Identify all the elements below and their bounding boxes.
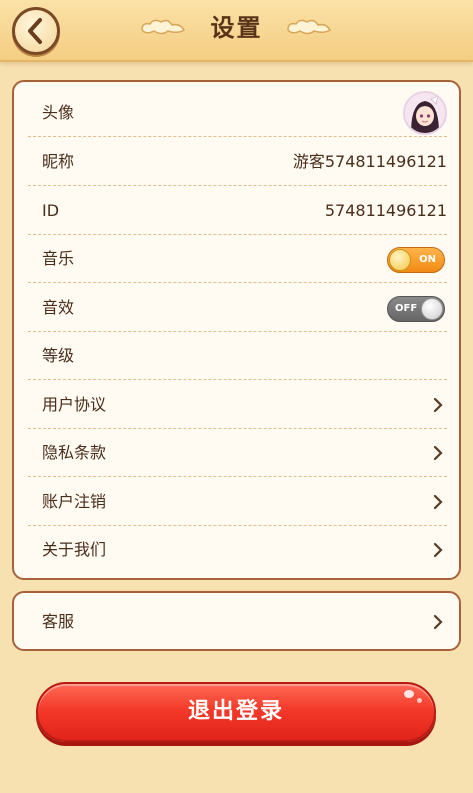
toggle-knob	[389, 249, 411, 271]
sound-label: 音效	[42, 298, 75, 317]
cancel-account-row[interactable]: 账户注销	[28, 477, 447, 526]
cloud-ornament-icon	[287, 19, 331, 35]
toggle-state-text: ON	[419, 254, 436, 265]
customer-service-row[interactable]: 客服	[28, 597, 447, 646]
service-card: 客服	[12, 591, 461, 651]
nickname-row: 昵称 游客574811496121	[28, 137, 447, 186]
avatar[interactable]	[403, 91, 447, 135]
user-agreement-label: 用户协议	[42, 395, 107, 414]
header-bar: 设置	[0, 0, 473, 62]
cancel-account-label: 账户注销	[42, 492, 107, 511]
sound-row: 音效 OFF	[28, 283, 447, 332]
page-title: 设置	[210, 14, 263, 42]
about-row[interactable]: 关于我们	[28, 525, 447, 574]
shine-highlight	[417, 698, 422, 703]
nickname-label: 昵称	[42, 152, 75, 171]
level-row: 等级	[28, 331, 447, 380]
settings-card: 头像 昵称 游客574811496121 ID 574811496121 音乐 …	[12, 80, 461, 580]
avatar-image-icon	[405, 93, 445, 133]
chevron-right-icon	[433, 542, 443, 558]
sound-toggle[interactable]: OFF	[387, 296, 445, 322]
id-value: 574811496121	[324, 201, 447, 220]
music-toggle[interactable]: ON	[387, 247, 445, 273]
chevron-right-icon	[433, 614, 443, 630]
shine-highlight	[404, 690, 414, 698]
user-agreement-row[interactable]: 用户协议	[28, 380, 447, 429]
chevron-right-icon	[433, 397, 443, 413]
chevron-right-icon	[433, 494, 443, 510]
chevron-right-icon	[433, 445, 443, 461]
logout-label: 退出登录	[187, 699, 284, 724]
music-row: 音乐 ON	[28, 234, 447, 283]
privacy-row[interactable]: 隐私条款	[28, 428, 447, 477]
privacy-label: 隐私条款	[42, 443, 107, 462]
id-row: ID 574811496121	[28, 186, 447, 235]
logout-button[interactable]: 退出登录	[36, 682, 436, 742]
avatar-label: 头像	[42, 103, 75, 122]
customer-service-label: 客服	[42, 612, 75, 631]
id-label: ID	[42, 201, 60, 220]
level-label: 等级	[42, 346, 75, 365]
nickname-value: 游客574811496121	[292, 152, 447, 171]
music-label: 音乐	[42, 249, 75, 268]
toggle-knob	[421, 298, 443, 320]
about-label: 关于我们	[42, 540, 107, 559]
toggle-state-text: OFF	[395, 303, 418, 314]
avatar-row[interactable]: 头像	[28, 88, 447, 137]
